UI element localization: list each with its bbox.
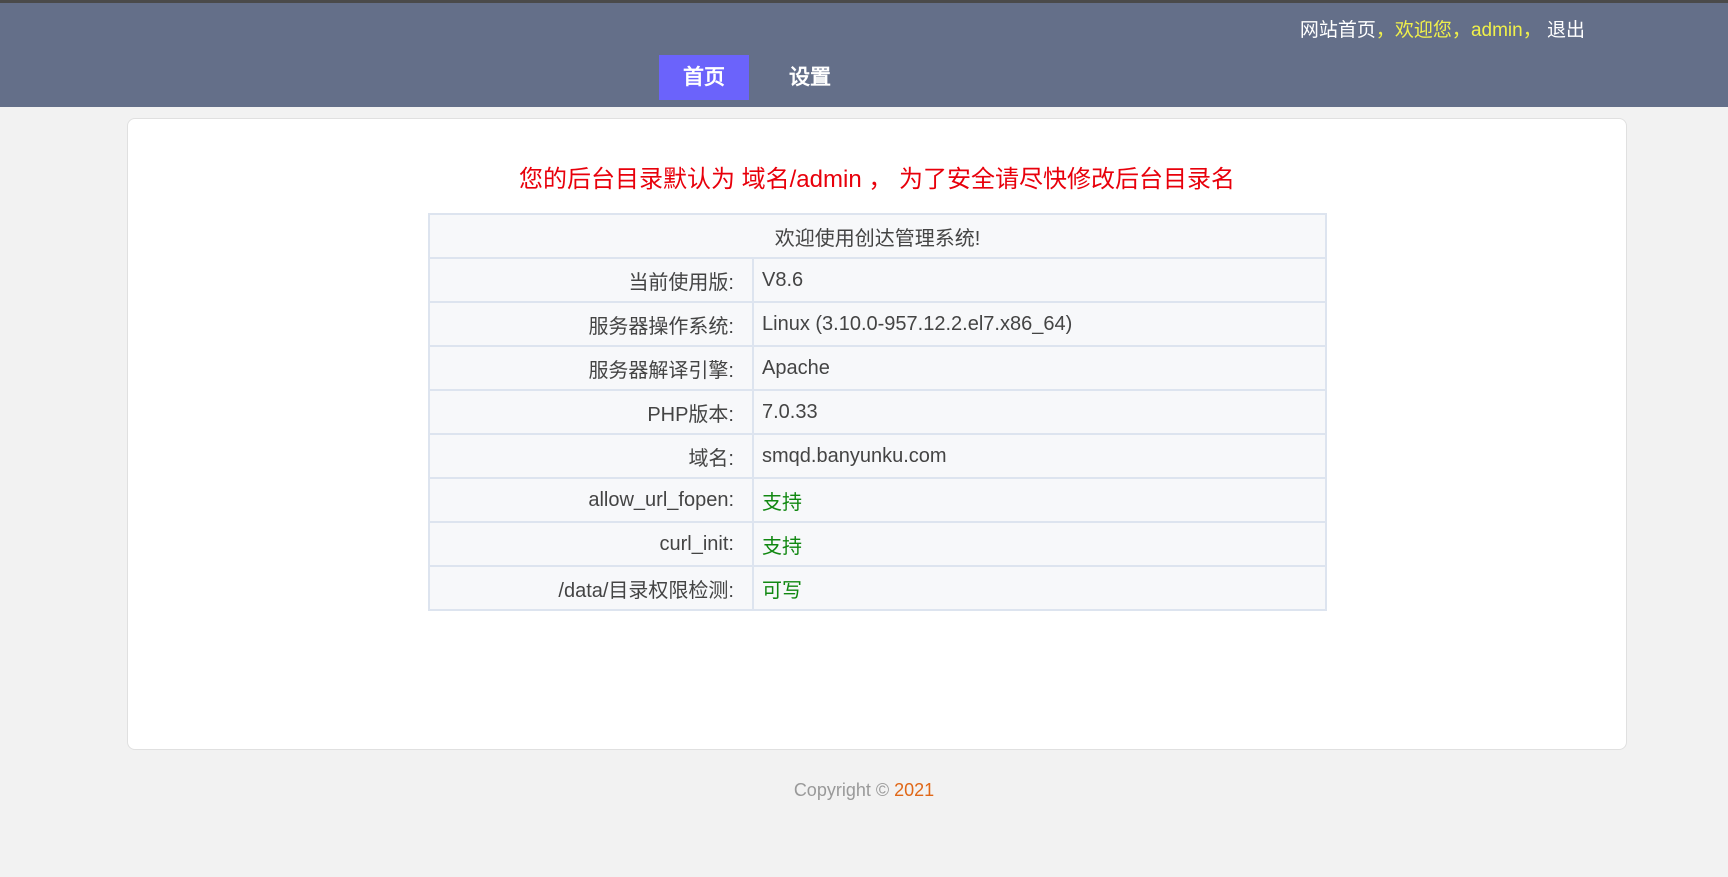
table-row: allow_url_fopen: 支持 xyxy=(428,477,1327,523)
row-label: 服务器操作系统: xyxy=(428,301,754,347)
row-label: 当前使用版: xyxy=(428,257,754,303)
separator: ， xyxy=(1375,20,1395,41)
row-label: allow_url_fopen: xyxy=(428,477,754,523)
username: admin xyxy=(1470,20,1523,41)
row-value: V8.6 xyxy=(752,257,1327,303)
security-warning: 您的后台目录默认为 域名/admin ， 为了安全请尽快修改后台目录名 xyxy=(518,166,1236,193)
row-label: curl_init: xyxy=(428,521,754,567)
nav-home[interactable]: 首页 xyxy=(659,55,749,100)
site-home-link[interactable]: 网站首页 xyxy=(1300,20,1376,41)
copyright-year: 2021 xyxy=(894,780,935,800)
table-row: 服务器解译引擎: Apache xyxy=(428,345,1327,391)
copyright-text: Copyright © xyxy=(793,780,895,800)
row-label: PHP版本: xyxy=(428,389,754,435)
header: 网站首页，欢迎您，admin， 退出 首页 设置 xyxy=(0,0,1728,107)
logout-link[interactable]: 退出 xyxy=(1547,20,1585,41)
row-label: /data/目录权限检测: xyxy=(428,565,754,611)
row-value: 可写 xyxy=(752,565,1327,611)
separator: ， xyxy=(1522,20,1542,41)
main-nav: 首页 设置 xyxy=(659,55,871,100)
table-title: 欢迎使用创达管理系统! xyxy=(428,213,1327,259)
system-info-table: 欢迎使用创达管理系统! 当前使用版: V8.6 服务器操作系统: Linux (3.… xyxy=(428,213,1327,611)
table-header-row: 欢迎使用创达管理系统! xyxy=(428,213,1327,259)
top-links: 网站首页，欢迎您，admin， 退出 xyxy=(1300,15,1585,42)
table-row: 服务器操作系统: Linux (3.10.0-957.12.2.el7.x86_6… xyxy=(428,301,1327,347)
row-value: Apache xyxy=(752,345,1327,391)
table-row: curl_init: 支持 xyxy=(428,521,1327,567)
row-value: 支持 xyxy=(752,521,1327,567)
nav-settings[interactable]: 设置 xyxy=(765,55,855,100)
row-label: 域名: xyxy=(428,433,754,479)
table-row: 域名: smqd.banyunku.com xyxy=(428,433,1327,479)
row-value: 7.0.33 xyxy=(752,389,1327,435)
row-label: 服务器解译引擎: xyxy=(428,345,754,391)
content-card: 您的后台目录默认为 域名/admin ， 为了安全请尽快修改后台目录名 欢迎使用… xyxy=(127,118,1627,750)
row-value: smqd.banyunku.com xyxy=(752,433,1327,479)
welcome-text: 欢迎您， xyxy=(1394,20,1471,41)
table-row: /data/目录权限检测: 可写 xyxy=(428,565,1327,611)
row-value: Linux (3.10.0-957.12.2.el7.x86_64) xyxy=(752,301,1327,347)
table-row: 当前使用版: V8.6 xyxy=(428,257,1327,303)
footer: Copyright © 2021 xyxy=(0,780,1728,801)
row-value: 支持 xyxy=(752,477,1327,523)
table-row: PHP版本: 7.0.33 xyxy=(428,389,1327,435)
